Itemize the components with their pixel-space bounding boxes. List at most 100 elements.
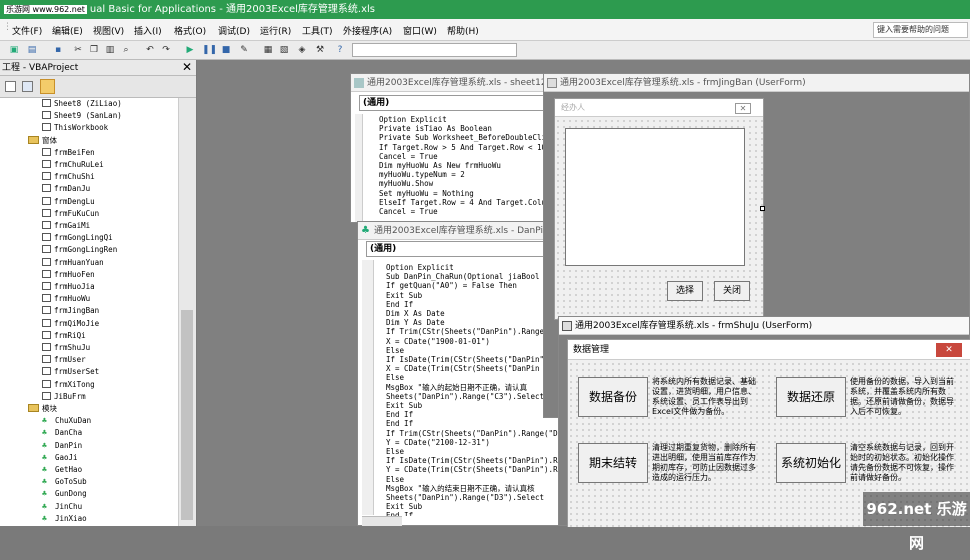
tree-item[interactable]: ♣ JinXiao bbox=[42, 513, 87, 525]
code-line[interactable]: Sheets("DanPin").Range("D3").Select bbox=[386, 493, 559, 502]
design-mode-icon[interactable]: ✎ bbox=[238, 44, 250, 56]
code-line[interactable]: Dim X As Date bbox=[386, 309, 559, 318]
scrollbar-thumb[interactable] bbox=[181, 310, 193, 520]
tree-item[interactable]: frmHuoJia bbox=[42, 281, 95, 293]
menu-help[interactable]: 帮助(H) bbox=[447, 24, 479, 37]
code-line[interactable]: If Trim(CStr(Sheets("DanPin").Range("D bbox=[386, 429, 559, 438]
code-line[interactable]: Else bbox=[386, 475, 559, 484]
code-line[interactable]: Dim myHuoWu As New frmHuoWu bbox=[379, 161, 559, 170]
tree-item[interactable]: ♣ DanCha bbox=[42, 427, 82, 439]
tree-item[interactable]: frmFuKuCun bbox=[42, 208, 99, 220]
code-line[interactable]: X = CDate("1900-01-01") bbox=[386, 337, 559, 346]
code-line[interactable]: Set myHuoWu = Nothing bbox=[379, 189, 559, 198]
tree-item[interactable]: ♣ GunDong bbox=[42, 488, 87, 500]
tree-item[interactable]: frmBeiFen bbox=[42, 147, 95, 159]
tree-item[interactable]: ♣ ChuXuDan bbox=[42, 415, 91, 427]
code-window-title[interactable]: 通用2003Excel库存管理系统.xls - sheet12 bbox=[351, 74, 559, 92]
system-init-button[interactable]: 系统初始化 bbox=[776, 443, 846, 483]
tree-item[interactable]: Sheet9 (SanLan) bbox=[42, 110, 122, 122]
menu-window[interactable]: 窗口(W) bbox=[403, 24, 437, 37]
code-line[interactable]: End If bbox=[386, 419, 559, 428]
code-window-sheet12[interactable]: 通用2003Excel库存管理系统.xls - sheet12 (通用) Opt… bbox=[350, 73, 560, 223]
code-window-danpin[interactable]: 通用2003Excel库存管理系统.xls - DanPin ♣ (通用) Op… bbox=[357, 221, 560, 526]
code-line[interactable]: Exit Sub bbox=[386, 291, 559, 300]
tree-item[interactable]: JiBuFrm bbox=[42, 391, 86, 403]
menu-addins[interactable]: 外接程序(A) bbox=[343, 24, 392, 37]
excel-icon[interactable]: ▣ bbox=[8, 44, 20, 56]
menu-tools[interactable]: 工具(T) bbox=[302, 24, 333, 37]
tree-item[interactable]: 模块 bbox=[28, 403, 57, 415]
code-editor[interactable]: Option Explicit Private isTiao As Boolean… bbox=[379, 115, 559, 221]
menu-run[interactable]: 运行(R) bbox=[260, 24, 291, 37]
redo-icon[interactable]: ↷ bbox=[160, 44, 172, 56]
code-line[interactable]: Y = CDate(Trim(CStr(Sheets("DanPin").R bbox=[386, 465, 559, 474]
tree-item[interactable]: frmHuoFen bbox=[42, 269, 95, 281]
toolbar-dropdown[interactable] bbox=[352, 43, 517, 57]
close-icon[interactable]: ✕ bbox=[182, 61, 192, 74]
properties-icon[interactable]: ▧ bbox=[278, 44, 290, 56]
menu-debug[interactable]: 调试(D) bbox=[218, 24, 250, 37]
code-line[interactable]: Sub DanPin_ChaRun(Optional jiaBool bbox=[386, 272, 559, 281]
userform-jingban[interactable]: 经办人 ✕ 选择 关闭 bbox=[554, 98, 764, 320]
code-line[interactable]: MsgBox "输入的结束日期不正确，请认真核 bbox=[386, 484, 559, 493]
undo-icon[interactable]: ↶ bbox=[144, 44, 156, 56]
tree-item[interactable]: Sheet8 (ZiLiao) bbox=[42, 98, 122, 110]
menu-insert[interactable]: 插入(I) bbox=[134, 24, 162, 37]
find-icon[interactable]: ⌕ bbox=[120, 44, 132, 56]
tree-item[interactable]: frmDengLu bbox=[42, 196, 95, 208]
menu-edit[interactable]: 编辑(E) bbox=[52, 24, 83, 37]
code-line[interactable]: Option Explicit bbox=[379, 115, 559, 124]
toggle-folders-icon[interactable] bbox=[40, 79, 55, 94]
code-line[interactable]: Sheets("DanPin").Range("C3").Select bbox=[386, 392, 559, 401]
copy-icon[interactable]: ❐ bbox=[88, 44, 100, 56]
code-line[interactable]: X = CDate(Trim(CStr(Sheets("DanPin bbox=[386, 364, 559, 373]
tree-item[interactable]: frmShuJu bbox=[42, 342, 90, 354]
tree-item[interactable]: frmRiQi bbox=[42, 330, 86, 342]
tree-item[interactable]: frmChuShi bbox=[42, 171, 95, 183]
code-line[interactable]: myHuoWu.typeNum = 2 bbox=[379, 170, 559, 179]
code-line[interactable]: Private Sub Worksheet_BeforeDoubleCli bbox=[379, 133, 559, 142]
tree-item[interactable]: frmUserSet bbox=[42, 366, 99, 378]
run-icon[interactable]: ▶ bbox=[184, 44, 196, 56]
code-line[interactable]: Cancel = True bbox=[379, 207, 559, 216]
project-explorer-icon[interactable]: ▦ bbox=[262, 44, 274, 56]
code-line[interactable]: If IsDate(Trim(CStr(Sheets("DanPin" bbox=[386, 355, 559, 364]
menu-view[interactable]: 视图(V) bbox=[93, 24, 124, 37]
tree-item[interactable]: frmUser bbox=[42, 354, 86, 366]
help-icon[interactable]: ? bbox=[334, 44, 346, 56]
close-icon[interactable]: ✕ bbox=[936, 343, 962, 357]
code-line[interactable]: If Target.Row > 5 And Target.Row < 10 bbox=[379, 143, 559, 152]
tree-item[interactable]: ♣ DanPin bbox=[42, 440, 82, 452]
view-code-icon[interactable] bbox=[5, 81, 16, 92]
view-toggle-bar[interactable] bbox=[362, 516, 402, 526]
tree-item[interactable]: ♣ GetHao bbox=[42, 464, 82, 476]
tree-item[interactable]: frmHuanYuan bbox=[42, 257, 104, 269]
restore-button[interactable]: 数据还原 bbox=[776, 377, 846, 417]
tree-item[interactable]: ThisWorkbook bbox=[42, 122, 108, 134]
menu-format[interactable]: 格式(O) bbox=[174, 24, 206, 37]
code-line[interactable]: Else bbox=[386, 373, 559, 382]
code-line[interactable]: Y = CDate("2100-12-31") bbox=[386, 438, 559, 447]
code-line[interactable]: MsgBox "输入的起始日期不正确，请认真 bbox=[386, 383, 559, 392]
code-line[interactable]: End If bbox=[386, 410, 559, 419]
code-line[interactable]: If Trim(CStr(Sheets("DanPin").Range bbox=[386, 327, 559, 336]
code-line[interactable]: Exit Sub bbox=[386, 401, 559, 410]
close-icon[interactable]: ✕ bbox=[735, 103, 751, 114]
object-combo[interactable]: (通用) bbox=[359, 95, 549, 111]
object-combo[interactable]: (通用) bbox=[366, 241, 556, 257]
code-line[interactable]: End If bbox=[386, 300, 559, 309]
tree-item[interactable]: frmHuoWu bbox=[42, 293, 90, 305]
code-editor[interactable]: Option Explicit Sub DanPin_ChaRun(Optiona… bbox=[386, 263, 559, 516]
resize-handle[interactable] bbox=[760, 206, 765, 211]
designer-title[interactable]: 通用2003Excel库存管理系统.xls - frmShuJu (UserFo… bbox=[559, 317, 969, 335]
tree-item[interactable]: frmGongLingQi bbox=[42, 232, 113, 244]
backup-button[interactable]: 数据备份 bbox=[578, 377, 648, 417]
period-end-button[interactable]: 期末结转 bbox=[578, 443, 648, 483]
insert-userform-icon[interactable]: ▤ bbox=[26, 44, 38, 56]
listbox[interactable] bbox=[565, 128, 745, 266]
tree-item[interactable]: 窗体 bbox=[28, 135, 57, 147]
code-line[interactable]: If IsDate(Trim(CStr(Sheets("DanPin").R bbox=[386, 456, 559, 465]
cut-icon[interactable]: ✂ bbox=[72, 44, 84, 56]
paste-icon[interactable]: ▥ bbox=[104, 44, 116, 56]
tree-item[interactable]: frmChuRuLei bbox=[42, 159, 104, 171]
